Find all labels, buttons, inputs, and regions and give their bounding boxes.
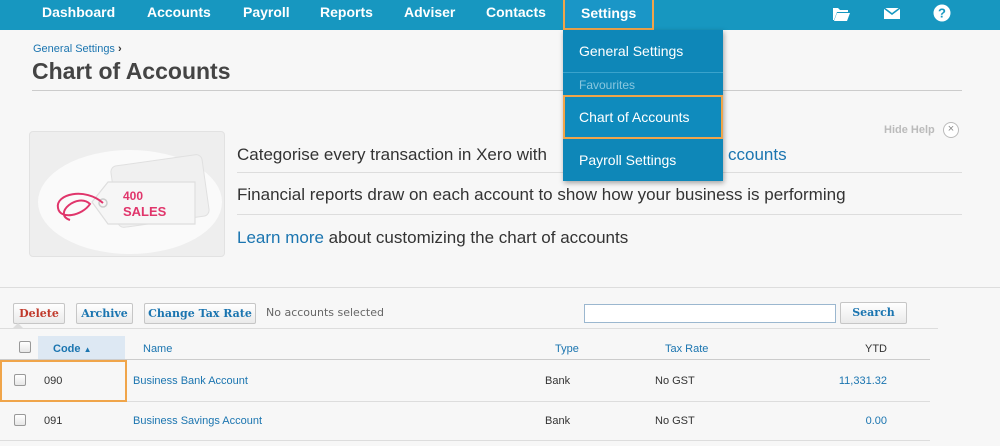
mail-icon[interactable] — [882, 3, 902, 23]
row-code: 091 — [44, 415, 63, 427]
row-tax-rate: No GST — [655, 415, 695, 427]
help-line3-text: about customizing the chart of accounts — [328, 228, 629, 247]
breadcrumb-general-settings[interactable]: General Settings — [33, 43, 115, 55]
column-header-name[interactable]: Name — [143, 343, 172, 355]
row-ytd[interactable]: 11,331.32 — [800, 375, 887, 387]
help-line1-text: Categorise every transaction in Xero wit… — [237, 145, 547, 164]
help-divider — [237, 214, 962, 215]
tag-name: SALES — [123, 204, 167, 219]
column-code-label: Code — [53, 343, 81, 355]
column-header-code[interactable]: Code ▲ — [53, 343, 91, 355]
row-ytd[interactable]: 0.00 — [800, 415, 887, 427]
help-line-categorise: Categorise every transaction in Xero wit… — [237, 145, 787, 165]
menu-heading-favourites: Favourites — [579, 78, 636, 92]
selection-status: No accounts selected — [266, 306, 384, 319]
table-header-divider — [0, 359, 930, 360]
tag-code: 400 — [123, 189, 143, 203]
menu-item-general-settings[interactable]: General Settings — [563, 42, 723, 60]
row-account-name[interactable]: Business Savings Account — [133, 415, 262, 427]
nav-contacts[interactable]: Contacts — [486, 0, 546, 30]
select-all-checkbox[interactable] — [19, 341, 31, 353]
breadcrumb: General Settings › — [33, 43, 122, 55]
help-icon[interactable]: ? — [932, 3, 952, 23]
svg-text:?: ? — [938, 6, 946, 21]
row-divider — [0, 440, 930, 441]
learn-more-link[interactable]: Learn more — [237, 228, 324, 247]
nav-adviser[interactable]: Adviser — [404, 0, 455, 30]
caret-up-icon — [12, 323, 24, 329]
delete-button[interactable]: Delete — [13, 303, 65, 324]
column-header-ytd: YTD — [865, 343, 887, 355]
archive-button[interactable]: Archive — [76, 303, 133, 324]
row-account-name[interactable]: Business Bank Account — [133, 375, 248, 387]
change-tax-rate-button[interactable]: Change Tax Rate — [144, 303, 256, 324]
row-type: Bank — [545, 415, 571, 427]
settings-dropdown-menu: General Settings Favourites Chart of Acc… — [563, 30, 723, 181]
table-top-border — [0, 328, 938, 329]
nav-payroll[interactable]: Payroll — [243, 0, 290, 30]
row-divider — [0, 401, 930, 402]
close-help-icon[interactable]: × — [943, 122, 959, 138]
menu-item-chart-of-accounts[interactable]: Chart of Accounts — [563, 95, 723, 139]
folder-icon[interactable] — [831, 3, 851, 23]
nav-settings[interactable]: Settings — [563, 0, 655, 30]
section-divider — [0, 287, 1000, 288]
nav-dashboard[interactable]: Dashboard — [42, 0, 115, 30]
help-line-reports: Financial reports draw on each account t… — [237, 185, 846, 204]
search-input[interactable] — [584, 304, 836, 323]
column-header-tax-rate[interactable]: Tax Rate — [665, 343, 708, 355]
nav-accounts[interactable]: Accounts — [147, 0, 211, 30]
row-tax-rate: No GST — [655, 375, 695, 387]
search-button[interactable]: Search — [840, 302, 907, 324]
title-divider — [32, 90, 962, 91]
menu-divider — [563, 72, 723, 73]
account-tag-illustration: 400 SALES — [29, 131, 225, 257]
row-checkbox[interactable] — [14, 414, 26, 426]
price-tag-icon: 400 SALES — [38, 150, 222, 254]
top-navigation: Dashboard Accounts Payroll Reports Advis… — [0, 0, 1000, 30]
hide-help-link[interactable]: Hide Help — [884, 124, 935, 136]
menu-item-payroll-settings[interactable]: Payroll Settings — [563, 150, 723, 170]
column-header-type[interactable]: Type — [555, 343, 579, 355]
help-line-learn-more: Learn more about customizing the chart o… — [237, 228, 628, 248]
sort-ascending-icon: ▲ — [83, 345, 92, 354]
row-type: Bank — [545, 375, 571, 387]
help-line1-link[interactable]: ccounts — [728, 145, 787, 165]
page-title: Chart of Accounts — [32, 58, 231, 84]
nav-reports[interactable]: Reports — [320, 0, 373, 30]
row-highlight — [0, 360, 127, 402]
breadcrumb-separator: › — [117, 43, 122, 55]
